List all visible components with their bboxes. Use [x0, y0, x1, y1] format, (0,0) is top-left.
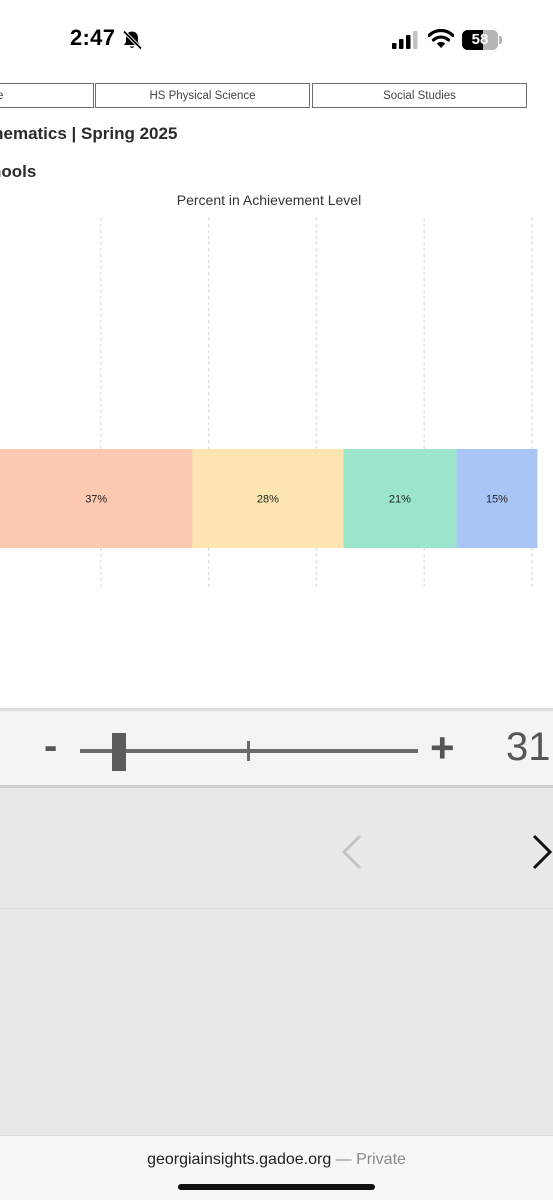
bar-segment-label: 37% — [85, 494, 107, 506]
viewer-empty-area — [0, 909, 553, 1135]
browser-address-bar[interactable]: georgiainsights.gadoe.org — Private — [0, 1135, 553, 1200]
zoom-in-button[interactable]: + — [430, 727, 455, 769]
tab-science[interactable]: e — [0, 83, 94, 108]
address-separator: — — [335, 1151, 352, 1168]
zoom-toolbar: - + 31 — [0, 708, 553, 788]
tab-hs-physical-science[interactable]: HS Physical Science — [95, 83, 310, 108]
report-title: athematics | Spring 2025 — [0, 124, 178, 143]
bar-segment-label: 28% — [257, 494, 279, 506]
zoom-out-button[interactable]: - — [44, 726, 57, 766]
zoom-slider-tick — [247, 741, 250, 761]
chart-subtitle: c Schools — [0, 162, 37, 181]
battery-indicator: 58 — [462, 30, 498, 50]
status-time: 2:47 — [70, 25, 116, 50]
home-indicator — [178, 1184, 375, 1190]
battery-cap — [499, 36, 502, 44]
chart-title: Percent in Achievement Level — [177, 192, 361, 208]
zoom-value: 31 — [506, 725, 551, 769]
report-page: e HS Physical Science Social Studies ath… — [0, 80, 553, 708]
private-mode-label: Private — [356, 1151, 406, 1168]
zoom-slider-handle[interactable] — [112, 733, 126, 771]
chevron-left-icon[interactable] — [340, 834, 364, 875]
status-bar: 2:47 58 — [0, 0, 553, 80]
battery-level: 58 — [471, 31, 489, 48]
achievement-level-chart: Percent in Achievement Level %20%40%60%8… — [0, 192, 538, 590]
viewer-navigation — [0, 788, 553, 909]
address-domain: georgiainsights.gadoe.org — [147, 1151, 332, 1168]
bar-segment-label: 15% — [486, 494, 508, 506]
chevron-right-icon[interactable] — [530, 834, 553, 875]
cellular-signal-icon — [392, 31, 418, 54]
address-text[interactable]: georgiainsights.gadoe.org — Private — [0, 1151, 553, 1169]
wifi-icon — [427, 28, 455, 54]
tab-social-studies[interactable]: Social Studies — [312, 83, 527, 108]
bell-slash-icon — [121, 30, 143, 55]
bar-segment-label: 21% — [389, 494, 411, 506]
